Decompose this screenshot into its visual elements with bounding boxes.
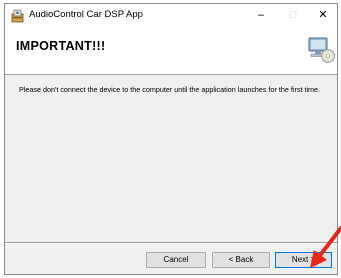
close-button[interactable]: ✕: [308, 4, 338, 26]
installer-window: AudioControl Car DSP App – □ ✕ IMPORTANT…: [4, 3, 338, 275]
installer-app-icon: [11, 9, 24, 23]
footer-divider: [5, 242, 337, 244]
back-button[interactable]: < Back: [212, 252, 270, 268]
instruction-message: Please don't connect the device to the c…: [19, 85, 321, 94]
page-title: IMPORTANT!!!: [16, 39, 106, 53]
title-bar[interactable]: AudioControl Car DSP App – □ ✕: [5, 4, 337, 27]
window-title: AudioControl Car DSP App: [29, 9, 143, 20]
computer-cd-icon: [308, 37, 335, 63]
red-arrow-icon: [310, 226, 341, 268]
minimize-button[interactable]: –: [246, 4, 276, 26]
wizard-header: IMPORTANT!!!: [5, 27, 337, 75]
cancel-button[interactable]: Cancel: [146, 252, 206, 268]
maximize-button[interactable]: □: [278, 4, 308, 26]
